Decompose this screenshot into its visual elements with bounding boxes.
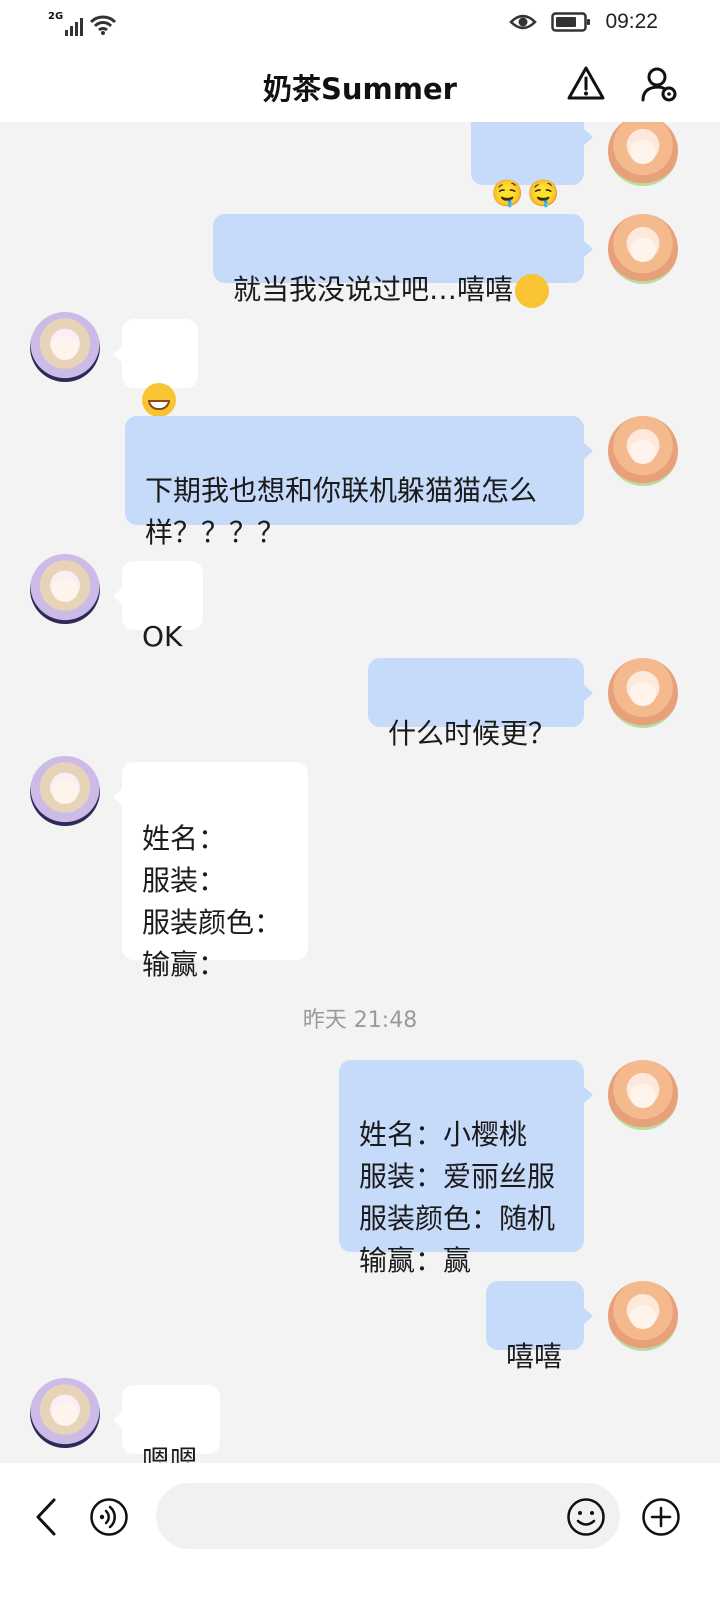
sticker-emoji-icon: 🤤 — [491, 179, 524, 209]
sticker-emoji-icon: 🤤 — [527, 179, 560, 209]
avatar[interactable] — [30, 756, 100, 826]
battery-icon — [551, 12, 591, 32]
message-bubble[interactable]: 🤤 🤤 — [471, 122, 593, 209]
network-type: 2G — [48, 11, 64, 22]
message-bubble[interactable]: 嘻嘻 — [486, 1281, 593, 1373]
chat-title: 奶茶Summer — [263, 72, 457, 106]
eye-icon — [509, 14, 538, 30]
message-bubble[interactable]: 姓名：小樱桃 服装：爱丽丝服 服装颜色：随机 输赢：赢 — [339, 1060, 593, 1277]
sweat-smile-emoji-icon — [515, 274, 550, 308]
avatar[interactable] — [608, 214, 678, 284]
message-text: 姓名： 服装： 服装颜色： 输赢： — [142, 822, 283, 981]
status-right: 09:22 — [509, 10, 658, 34]
avatar[interactable] — [608, 658, 678, 728]
timestamp: 昨天 21:48 — [302, 1008, 418, 1033]
chat-header: 奶茶Summer — [0, 50, 720, 122]
clock: 09:22 — [605, 10, 658, 33]
message-text: 就当我没说过吧…嘻嘻 — [233, 273, 514, 306]
message-text: 什么时候更？ — [388, 717, 557, 750]
warning-icon[interactable] — [566, 64, 606, 104]
wifi-icon — [90, 15, 117, 35]
message-input[interactable] — [156, 1483, 620, 1549]
avatar[interactable] — [30, 312, 100, 382]
message-bubble[interactable] — [113, 319, 198, 417]
plus-circle-icon[interactable] — [641, 1497, 681, 1537]
message-bubble[interactable]: 就当我没说过吧…嘻嘻 — [213, 214, 593, 308]
message-bubble[interactable]: 姓名： 服装： 服装颜色： 输赢： — [113, 762, 308, 981]
chevron-left-icon[interactable] — [32, 1497, 60, 1537]
message-list[interactable]: 🤤 🤤 就当我没说过吧…嘻嘻 下期我也想和你联机躲猫猫怎么 样？？？？ OK 什… — [0, 122, 720, 1495]
avatar[interactable] — [608, 1281, 678, 1351]
message-text: 嘻嘻 — [506, 1340, 563, 1373]
message-bubble[interactable]: OK — [113, 561, 203, 653]
message-bubble[interactable]: 什么时候更？ — [368, 658, 593, 750]
message-text: 姓名：小樱桃 服装：爱丽丝服 服装颜色：随机 输赢：赢 — [359, 1118, 556, 1277]
avatar[interactable] — [608, 122, 678, 186]
avatar[interactable] — [608, 416, 678, 486]
message-bubble[interactable]: 下期我也想和你联机躲猫猫怎么 样？？？？ — [125, 416, 593, 549]
signal-group: 2G — [48, 12, 117, 36]
user-settings-icon[interactable] — [640, 64, 680, 104]
avatar[interactable] — [608, 1060, 678, 1130]
avatar[interactable] — [30, 554, 100, 624]
message-text: 下期我也想和你联机躲猫猫怎么 样？？？？ — [145, 474, 538, 549]
input-bar — [0, 1463, 720, 1600]
signal-icon — [65, 16, 84, 36]
emoji-icon[interactable] — [566, 1497, 606, 1537]
grin-emoji-icon — [142, 383, 176, 417]
status-bar: 2G 09:22 — [0, 0, 720, 50]
voice-icon[interactable] — [89, 1497, 129, 1537]
message-text: OK — [142, 620, 183, 653]
message-bubble[interactable]: 嗯嗯 — [113, 1385, 220, 1477]
avatar[interactable] — [30, 1378, 100, 1448]
